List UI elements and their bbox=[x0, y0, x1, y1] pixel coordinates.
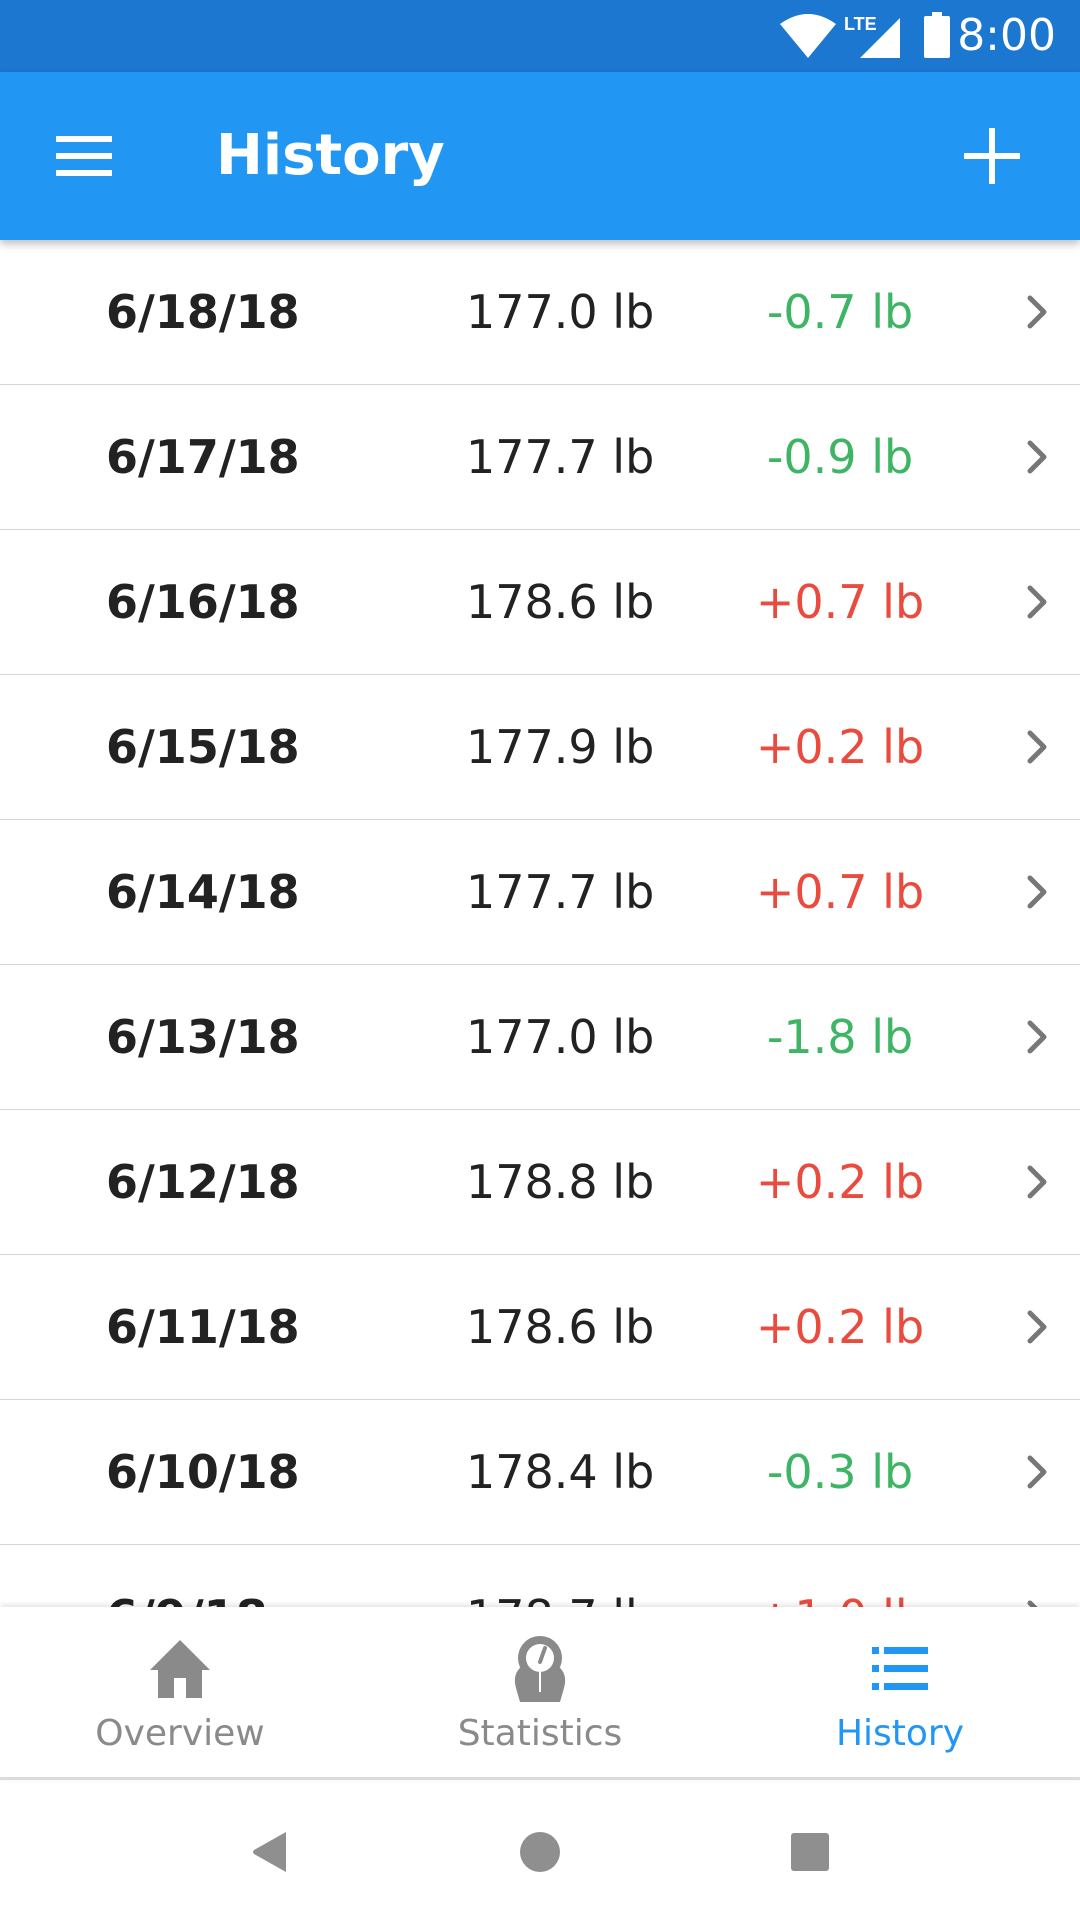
chevron-right-icon bbox=[1027, 295, 1047, 329]
nav-item-statistics[interactable]: Statistics bbox=[360, 1607, 720, 1777]
entry-weight: 177.7 lb bbox=[466, 865, 655, 919]
history-row[interactable]: 6/12/18 178.8 lb +0.2 lb bbox=[0, 1110, 1080, 1255]
page-title: History bbox=[216, 123, 445, 188]
entry-date: 6/12/18 bbox=[106, 1155, 300, 1209]
entry-weight: 178.4 lb bbox=[466, 1445, 655, 1499]
entry-weight: 178.6 lb bbox=[466, 1300, 655, 1354]
history-list[interactable]: 6/18/18 177.0 lb -0.7 lb 6/17/18 177.7 l… bbox=[0, 240, 1080, 1607]
menu-button[interactable] bbox=[40, 120, 128, 192]
nav-label: Overview bbox=[95, 1713, 265, 1754]
app-bar: History bbox=[0, 72, 1080, 240]
list-icon bbox=[872, 1647, 928, 1690]
entry-change: +1.0 lb bbox=[740, 1545, 940, 1607]
entry-change: -1.8 lb bbox=[766, 1010, 914, 1064]
add-icon bbox=[964, 128, 1020, 184]
history-row[interactable]: 6/16/18 178.6 lb +0.7 lb bbox=[0, 530, 1080, 675]
chevron-right-icon bbox=[1027, 875, 1047, 909]
history-row[interactable]: 6/10/18 178.4 lb -0.3 lb bbox=[0, 1400, 1080, 1545]
entry-date: 6/16/18 bbox=[106, 575, 300, 629]
bottom-navigation: Overview Statistics History bbox=[0, 1607, 1080, 1780]
entry-weight: 178.8 lb bbox=[466, 1155, 655, 1209]
history-row[interactable]: 6/17/18 177.7 lb -0.9 lb bbox=[0, 385, 1080, 530]
entry-change: +0.2 lb bbox=[755, 1300, 925, 1354]
entry-weight: 177.0 lb bbox=[466, 1010, 655, 1064]
home-button[interactable] bbox=[510, 1822, 570, 1882]
history-row[interactable]: 6/13/18 177.0 lb -1.8 lb bbox=[0, 965, 1080, 1110]
entry-date: 6/14/18 bbox=[106, 865, 300, 919]
entry-change: +0.7 lb bbox=[755, 865, 925, 919]
entry-date: 6/9/18 bbox=[106, 1545, 268, 1607]
home-circle-icon bbox=[520, 1832, 560, 1872]
entry-change: -0.7 lb bbox=[766, 285, 914, 339]
back-icon bbox=[253, 1832, 286, 1872]
add-entry-button[interactable] bbox=[944, 116, 1040, 196]
recents-button[interactable] bbox=[780, 1822, 840, 1882]
wifi-icon bbox=[780, 14, 836, 58]
entry-weight: 177.7 lb bbox=[466, 430, 655, 484]
chevron-right-icon bbox=[1027, 440, 1047, 474]
scale-icon bbox=[514, 1636, 566, 1702]
entry-weight: 178.7 lb bbox=[466, 1545, 654, 1607]
clock: 8:00 bbox=[957, 10, 1056, 61]
entry-weight: 177.0 lb bbox=[466, 285, 655, 339]
svg-text:LTE: LTE bbox=[844, 14, 877, 34]
back-button[interactable] bbox=[240, 1822, 300, 1882]
entry-date: 6/18/18 bbox=[106, 285, 300, 339]
history-row[interactable]: 6/9/18 178.7 lb +1.0 lb bbox=[0, 1545, 1080, 1607]
history-row[interactable]: 6/11/18 178.6 lb +0.2 lb bbox=[0, 1255, 1080, 1400]
chevron-right-icon bbox=[1027, 1455, 1047, 1489]
chevron-right-icon bbox=[1027, 1600, 1038, 1607]
status-bar: LTE 8:00 bbox=[0, 0, 1080, 72]
history-row[interactable]: 6/14/18 177.7 lb +0.7 lb bbox=[0, 820, 1080, 965]
chevron-right-icon bbox=[1027, 1020, 1047, 1054]
battery-icon bbox=[924, 12, 950, 58]
history-row[interactable]: 6/18/18 177.0 lb -0.7 lb bbox=[0, 240, 1080, 385]
lte-signal-icon: LTE bbox=[844, 14, 900, 58]
entry-change: -0.3 lb bbox=[766, 1445, 914, 1499]
recents-icon bbox=[791, 1833, 829, 1871]
chevron-right-icon bbox=[1027, 585, 1047, 619]
hamburger-menu-icon bbox=[56, 136, 112, 176]
home-icon bbox=[150, 1640, 210, 1698]
entry-date: 6/13/18 bbox=[106, 1010, 300, 1064]
entry-change: +0.7 lb bbox=[755, 575, 925, 629]
nav-label: History bbox=[835, 1713, 965, 1754]
entry-weight: 177.9 lb bbox=[466, 720, 655, 774]
system-navigation-bar bbox=[0, 1780, 1080, 1920]
nav-item-overview[interactable]: Overview bbox=[0, 1607, 360, 1777]
history-row[interactable]: 6/15/18 177.9 lb +0.2 lb bbox=[0, 675, 1080, 820]
entry-date: 6/17/18 bbox=[106, 430, 300, 484]
chevron-right-icon bbox=[1027, 730, 1047, 764]
nav-item-history[interactable]: History bbox=[720, 1607, 1080, 1777]
entry-date: 6/11/18 bbox=[106, 1300, 300, 1354]
entry-date: 6/15/18 bbox=[106, 720, 300, 774]
entry-change: +0.2 lb bbox=[755, 720, 925, 774]
nav-label: Statistics bbox=[457, 1713, 623, 1754]
entry-change: -0.9 lb bbox=[766, 430, 914, 484]
chevron-right-icon bbox=[1027, 1165, 1047, 1199]
entry-change: +0.2 lb bbox=[755, 1155, 925, 1209]
entry-date: 6/10/18 bbox=[106, 1445, 300, 1499]
entry-weight: 178.6 lb bbox=[466, 575, 655, 629]
chevron-right-icon bbox=[1027, 1310, 1047, 1344]
